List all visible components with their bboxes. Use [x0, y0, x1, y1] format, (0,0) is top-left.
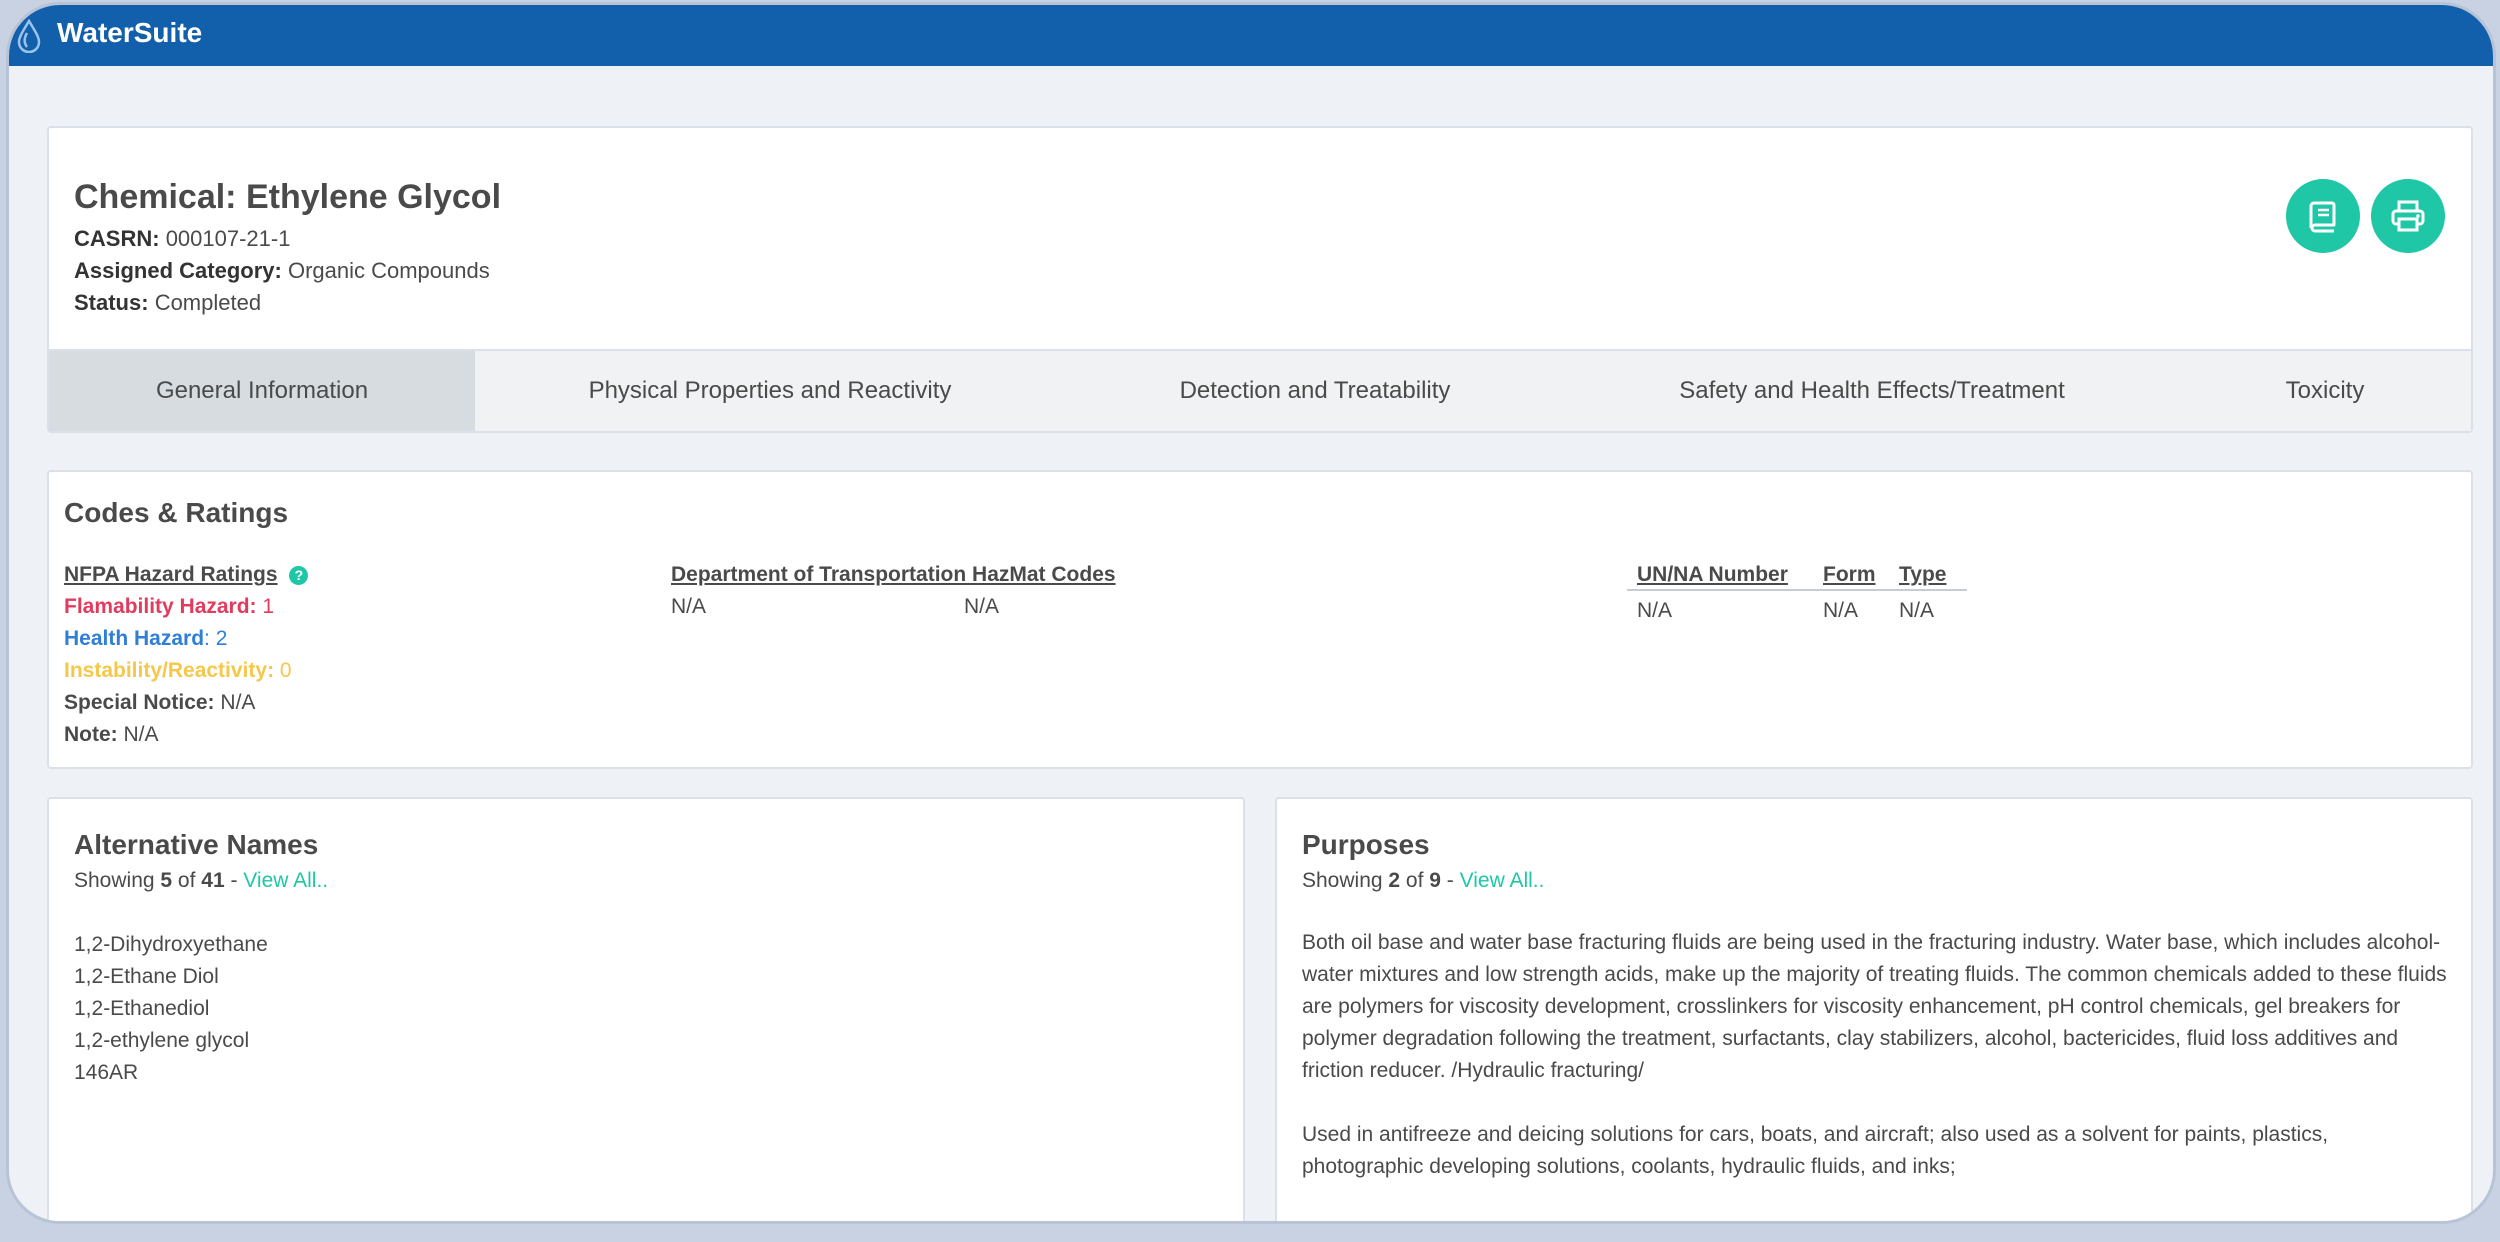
- app-title[interactable]: WaterSuite: [57, 17, 202, 49]
- type-header: Type: [1899, 563, 1947, 586]
- dash-text: -: [224, 869, 244, 892]
- note-value: N/A: [123, 723, 159, 746]
- dot-value: N/A: [964, 595, 1000, 618]
- note-line: Note: N/A: [64, 723, 159, 747]
- health-value: : 2: [204, 627, 228, 650]
- print-button[interactable]: [2371, 179, 2445, 253]
- category-line: Assigned Category: Organic Compounds: [74, 258, 490, 284]
- purposes-card: Purposes Showing 2 of 9 - View All.. Bot…: [1275, 797, 2473, 1221]
- table-row: N/A N/A N/A: [1627, 591, 1967, 623]
- form-cell: N/A: [1823, 599, 1859, 622]
- purposes-count: Showing 2 of 9 - View All..: [1302, 869, 1544, 893]
- printer-icon: [2391, 200, 2425, 232]
- list-item: 1,2-ethylene glycol: [74, 1029, 250, 1052]
- special-notice-label: Special Notice:: [64, 691, 215, 714]
- flammability-value: 1: [262, 595, 275, 618]
- special-notice-value: N/A: [220, 691, 256, 714]
- app-window: WaterSuite Chemical: Ethylene Glycol CAS…: [6, 2, 2496, 1224]
- chemical-title: Chemical: Ethylene Glycol: [74, 178, 502, 216]
- category-label: Assigned Category:: [74, 258, 282, 283]
- book-button[interactable]: [2286, 179, 2360, 253]
- book-icon: [2309, 201, 2336, 233]
- list-item: 1,2-Ethane Diol: [74, 965, 219, 988]
- shown-count: 5: [160, 869, 173, 892]
- nfpa-heading-text: NFPA Hazard Ratings: [64, 563, 278, 586]
- tab-general-information[interactable]: General Information: [49, 351, 475, 431]
- alt-names-view-all-link[interactable]: View All..: [243, 869, 328, 892]
- tab-safety-health[interactable]: Safety and Health Effects/Treatment: [1565, 351, 2179, 431]
- tab-bar: General Information Physical Properties …: [49, 349, 2471, 431]
- of-text: of: [172, 869, 202, 892]
- codes-ratings-card: Codes & Ratings NFPA Hazard Ratings ? Fl…: [47, 470, 2473, 769]
- top-bar: WaterSuite: [9, 5, 2493, 66]
- showing-prefix: Showing: [1302, 869, 1389, 892]
- status-value: Completed: [154, 290, 262, 315]
- status-line: Status: Completed: [74, 290, 261, 316]
- flammability-label: Flamability Hazard:: [64, 595, 257, 618]
- dot-heading: Department of Transportation HazMat Code…: [671, 563, 1116, 586]
- water-drop-logo-icon: [17, 19, 41, 53]
- chemical-header-card: Chemical: Ethylene Glycol CASRN: 000107-…: [47, 126, 2473, 433]
- of-text: of: [1400, 869, 1430, 892]
- codes-ratings-title: Codes & Ratings: [64, 497, 289, 528]
- purpose-paragraph: Both oil base and water base fracturing …: [1302, 931, 2447, 1082]
- health-label: Health Hazard: [64, 627, 205, 650]
- tab-physical-properties[interactable]: Physical Properties and Reactivity: [475, 351, 1065, 431]
- total-count: 41: [201, 869, 225, 892]
- flammability-line: Flamability Hazard: 1: [64, 595, 274, 619]
- dot-value: N/A: [671, 595, 707, 618]
- purpose-paragraph: Used in antifreeze and deicing solutions…: [1302, 1123, 2329, 1178]
- shown-count: 2: [1388, 869, 1401, 892]
- total-count: 9: [1429, 869, 1441, 892]
- status-label: Status:: [74, 290, 149, 315]
- casrn-line: CASRN: 000107-21-1: [74, 226, 290, 252]
- purposes-view-all-link[interactable]: View All..: [1460, 869, 1545, 892]
- un-number-cell: N/A: [1637, 599, 1673, 622]
- instability-value: 0: [279, 659, 292, 682]
- list-item: 1,2-Dihydroxyethane: [74, 933, 268, 956]
- category-value: Organic Compounds: [287, 258, 490, 283]
- type-cell: N/A: [1899, 599, 1935, 622]
- showing-prefix: Showing: [74, 869, 161, 892]
- special-notice-line: Special Notice: N/A: [64, 691, 255, 715]
- form-header: Form: [1823, 563, 1876, 586]
- un-table-header: UN/NA Number Form Type: [1627, 563, 1967, 591]
- alternative-names-title: Alternative Names: [74, 829, 319, 860]
- help-icon[interactable]: ?: [289, 565, 309, 585]
- tab-detection-treatability[interactable]: Detection and Treatability: [1065, 351, 1565, 431]
- alt-names-count: Showing 5 of 41 - View All..: [74, 869, 328, 893]
- health-line: Health Hazard: 2: [64, 627, 227, 651]
- alternative-names-card: Alternative Names Showing 5 of 41 - View…: [47, 797, 1245, 1221]
- un-na-table: UN/NA Number Form Type N/A N/A N/A: [1627, 563, 1967, 623]
- note-label: Note:: [64, 723, 118, 746]
- list-item: 146AR: [74, 1061, 139, 1084]
- dash-text: -: [1440, 869, 1460, 892]
- list-item: 1,2-Ethanediol: [74, 997, 210, 1020]
- nfpa-heading: NFPA Hazard Ratings ?: [64, 563, 309, 587]
- instability-label: Instability/Reactivity:: [64, 659, 275, 682]
- casrn-value: 000107-21-1: [165, 226, 291, 251]
- purposes-title: Purposes: [1302, 829, 1430, 860]
- un-number-header: UN/NA Number: [1637, 563, 1788, 586]
- tab-toxicity[interactable]: Toxicity: [2179, 351, 2471, 431]
- casrn-label: CASRN:: [74, 226, 160, 251]
- instability-line: Instability/Reactivity: 0: [64, 659, 292, 683]
